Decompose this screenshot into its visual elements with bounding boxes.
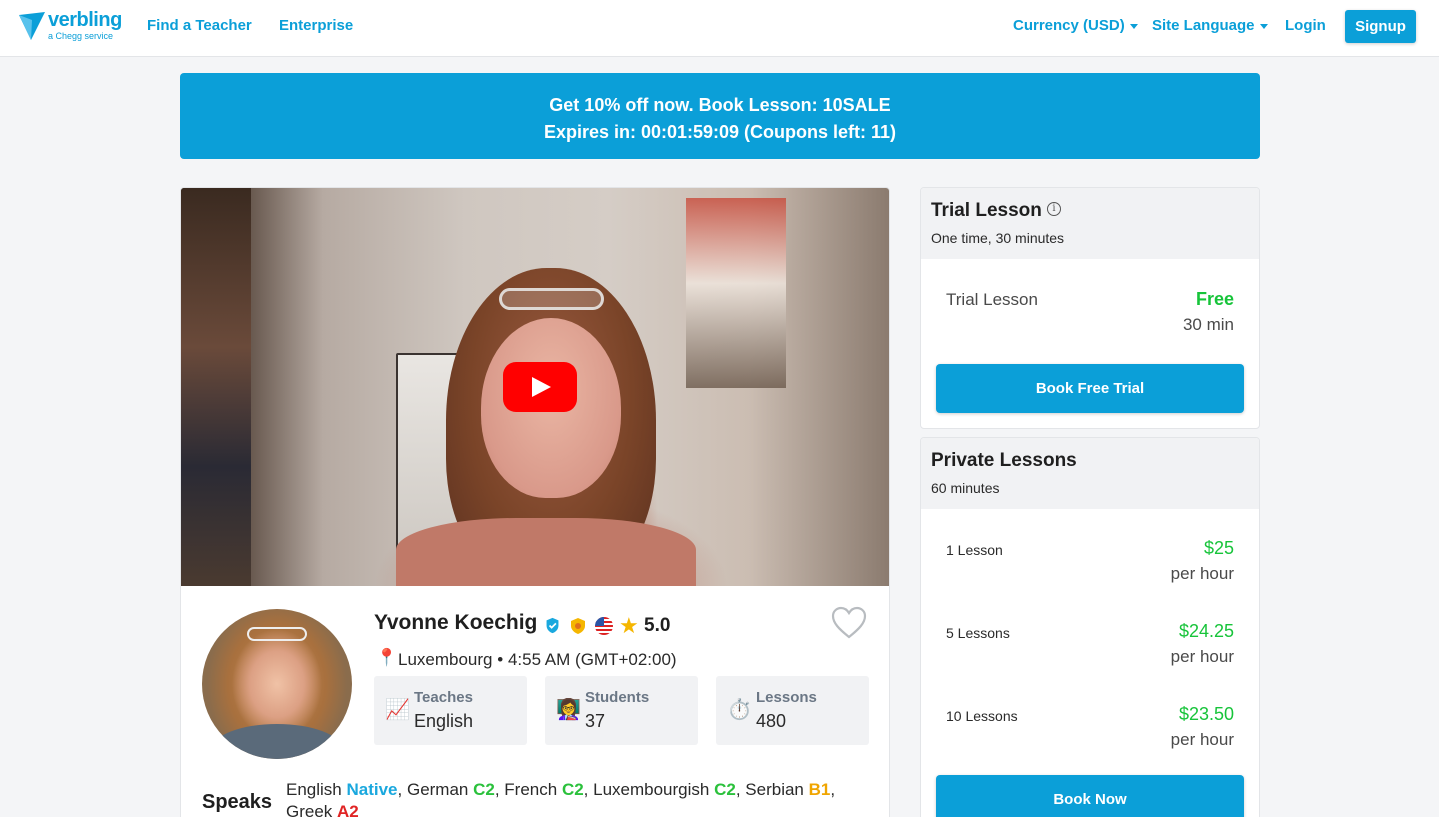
teacher-avatar <box>202 609 352 759</box>
verbling-logo-icon <box>19 12 45 40</box>
package-unit: per hour <box>1170 730 1234 749</box>
login-link[interactable]: Login <box>1285 17 1326 34</box>
private-title: Private Lessons <box>931 450 1077 471</box>
promo-line-1: Get 10% off now. Book Lesson: 10SALE <box>549 95 891 115</box>
private-card-header: Private Lessons 60 minutes <box>921 438 1259 509</box>
language-name: Serbian <box>745 780 809 799</box>
speaks-list: English Native, German C2, French C2, Lu… <box>286 779 846 817</box>
language-name: English <box>286 780 347 799</box>
students-icon: 👩‍🏫 <box>556 699 581 721</box>
stat-label: Teaches <box>414 689 473 706</box>
info-icon[interactable]: i <box>1047 202 1061 216</box>
stat-lessons: ⏱️ Lessons 480 <box>716 676 869 745</box>
intro-video[interactable] <box>181 188 889 586</box>
language-level: C2 <box>561 780 584 799</box>
nav-enterprise[interactable]: Enterprise <box>279 17 353 34</box>
chart-icon: 📈 <box>385 699 410 721</box>
caret-down-icon <box>1129 23 1138 29</box>
video-person-glasses <box>499 288 604 310</box>
promo-banner: Get 10% off now. Book Lesson: 10SALE Exp… <box>180 73 1260 159</box>
package-price: $23.50 <box>1178 704 1234 724</box>
language-name: Luxembourgish <box>593 780 715 799</box>
private-subtitle: 60 minutes <box>931 480 1000 496</box>
book-now-button[interactable]: Book Now <box>936 775 1244 817</box>
verbling-logo[interactable]: verbling a Chegg service <box>18 9 122 45</box>
star-icon: ★ <box>619 613 639 638</box>
language-name: French <box>504 780 562 799</box>
stat-value: 480 <box>756 711 787 731</box>
stat-label: Students <box>585 689 650 706</box>
package-label: 1 Lesson <box>946 542 1003 558</box>
video-bookshelf <box>181 188 251 586</box>
speaks-heading: Speaks <box>202 791 273 813</box>
language-level: C2 <box>473 780 495 799</box>
avatar-glasses <box>247 627 307 641</box>
caret-down-icon <box>1259 23 1268 29</box>
language-name: German <box>406 780 474 799</box>
stat-value: 37 <box>585 711 606 731</box>
us-flag-icon <box>595 617 613 635</box>
video-person-shirt <box>396 518 696 586</box>
location-separator: • <box>497 650 504 669</box>
package-label: 5 Lessons <box>946 625 1010 641</box>
package-price: $25 <box>1203 538 1234 558</box>
package-label: 10 Lessons <box>946 708 1018 724</box>
logo-wordmark: verbling <box>48 9 122 31</box>
trial-card-header: Trial Lesson i One time, 30 minutes <box>921 188 1259 259</box>
trial-row-label: Trial Lesson <box>946 290 1038 309</box>
stat-value: English <box>414 711 474 731</box>
teacher-rating: 5.0 <box>644 615 671 636</box>
top-nav: verbling a Chegg service Find a Teacher … <box>0 0 1439 57</box>
signup-button[interactable]: Signup <box>1345 10 1416 43</box>
youtube-play-icon[interactable] <box>503 362 577 412</box>
video-poster <box>686 198 786 388</box>
verified-badge-icon <box>546 617 559 634</box>
currency-label: Currency (USD) <box>1013 17 1125 34</box>
currency-dropdown[interactable]: Currency (USD) <box>1013 17 1138 34</box>
trial-duration: 30 min <box>1182 315 1234 334</box>
stat-teaches: 📈 Teaches English <box>374 676 527 745</box>
promo-line-2: Expires in: 00:01:59:09 (Coupons left: 1… <box>543 122 897 142</box>
language-level: C2 <box>714 780 736 799</box>
site-language-dropdown[interactable]: Site Language <box>1152 17 1268 34</box>
heart-icon[interactable] <box>831 606 867 640</box>
logo-subtitle: a Chegg service <box>48 31 114 41</box>
private-lessons-card: Private Lessons 60 minutes 1 Lesson $25 … <box>920 437 1260 817</box>
teacher-card: Yvonne Koechig ★ 5.0 📍 Luxembourg • 4:55… <box>180 187 890 817</box>
trial-subtitle: One time, 30 minutes <box>931 230 1065 246</box>
language-name: Greek <box>286 802 338 817</box>
package-unit: per hour <box>1170 564 1234 583</box>
package-price: $24.25 <box>1178 621 1234 641</box>
language-level: Native <box>346 780 398 799</box>
language-level: A2 <box>337 802 359 817</box>
language-level: B1 <box>808 780 831 799</box>
stat-students: 👩‍🏫 Students 37 <box>545 676 698 745</box>
stat-label: Lessons <box>756 689 817 706</box>
package-unit: per hour <box>1170 647 1234 666</box>
trial-lesson-card: Trial Lesson i One time, 30 minutes Tria… <box>920 187 1260 429</box>
trial-price: Free <box>1195 289 1234 309</box>
location-country: Luxembourg <box>398 650 493 669</box>
avatar-shirt <box>212 724 342 759</box>
trial-title: Trial Lesson <box>931 200 1042 221</box>
pro-badge-icon <box>571 618 585 634</box>
teacher-location: Luxembourg • 4:55 AM (GMT+02:00) <box>398 650 677 670</box>
book-free-trial-button[interactable]: Book Free Trial <box>936 364 1244 413</box>
stopwatch-icon: ⏱️ <box>727 699 752 721</box>
nav-find-teacher[interactable]: Find a Teacher <box>147 17 252 34</box>
location-pin-icon: 📍 <box>376 648 398 667</box>
site-language-label: Site Language <box>1152 17 1255 34</box>
teacher-name[interactable]: Yvonne Koechig <box>374 611 537 635</box>
local-time: 4:55 AM (GMT+02:00) <box>507 650 677 669</box>
